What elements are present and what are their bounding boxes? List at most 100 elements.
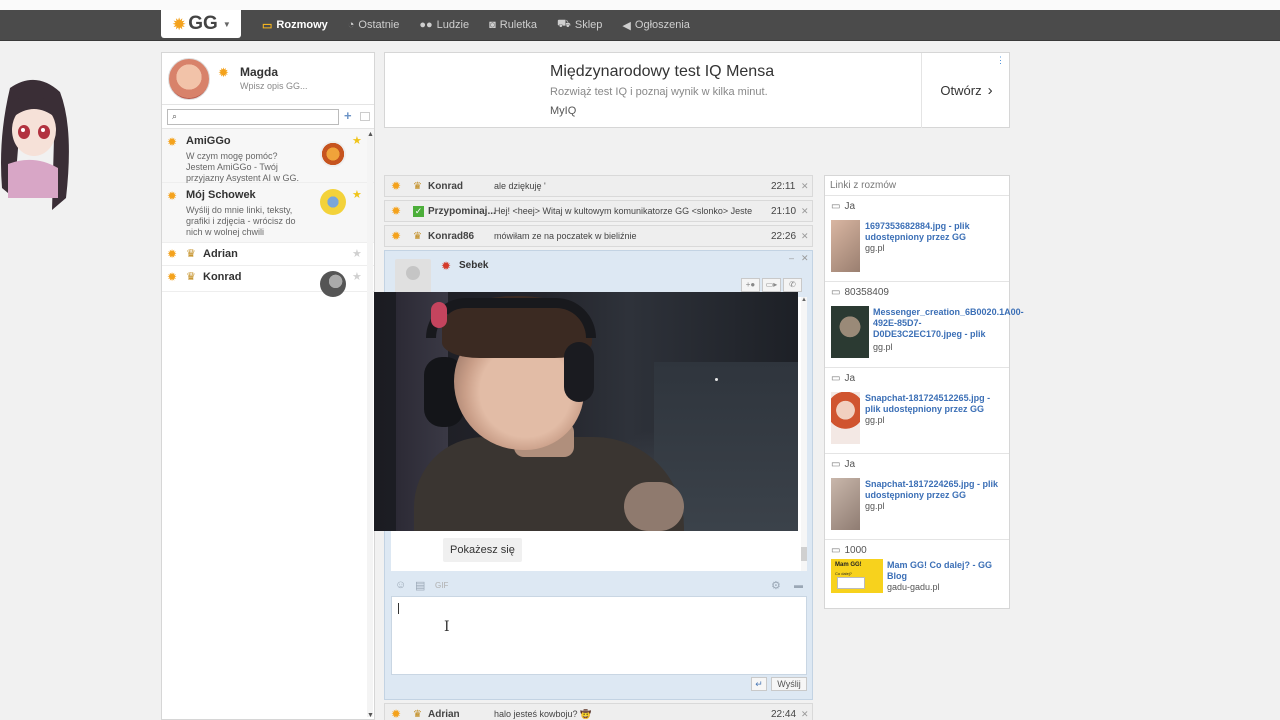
emoji-icon[interactable]: ☺ (395, 579, 406, 591)
headphone-pink-accent (431, 302, 447, 328)
sender-name: 1000 (844, 545, 867, 556)
text-caret (398, 603, 399, 614)
attach-file-icon[interactable]: ▤ (415, 579, 425, 592)
gif-button[interactable]: GIF (435, 581, 448, 590)
link-title[interactable]: Snapchat-181724512265.jpg - plik udostęp… (865, 393, 1007, 415)
nav-rozmowy[interactable]: ▭ Rozmowy (262, 10, 328, 40)
contact-list-scrollbar[interactable]: ▲ ▼ (367, 131, 374, 719)
close-icon[interactable]: ✕ (801, 231, 809, 242)
conversation-time: 22:26 (771, 230, 797, 242)
scroll-thumb[interactable] (801, 547, 807, 561)
favorite-star-icon[interactable]: ★ (352, 247, 362, 260)
conversation-tab-konrad86[interactable]: ✹ ♛ Konrad86 mówiłam ze na poczatek w bi… (384, 225, 813, 247)
contact-search-input[interactable] (167, 109, 339, 125)
chat-bubble-icon: ▭ (831, 287, 841, 298)
caret-down-icon: ▼ (222, 19, 231, 29)
link-item[interactable]: ▭ Ja 1697353682884.jpg - plik udostępnion… (825, 196, 1009, 282)
conversation-tab-adrian[interactable]: ✹ ♛ Adrian halo jesteś kowboju? 🤠 22:44 … (384, 703, 813, 720)
link-item[interactable]: ▭ Ja Snapchat-1817224265.jpg - plik udost… (825, 454, 1009, 540)
link-title[interactable]: Mam GG! Co dalej? - GG Blog (887, 560, 1007, 582)
thumbnail-subtitle: Co dalej? (835, 571, 852, 576)
logo-text: GG (188, 13, 218, 34)
message-scrollbar[interactable]: ▲ (801, 297, 807, 571)
webcam-video-overlay (374, 292, 798, 531)
top-strip (0, 0, 1280, 10)
avatar[interactable] (168, 58, 210, 100)
link-sender: ▭ 1000 (831, 545, 867, 556)
conversation-time: 22:44 (771, 708, 797, 720)
video-call-icon[interactable]: ▭▸ (762, 278, 781, 292)
add-person-icon[interactable]: +● (741, 278, 760, 292)
link-item[interactable]: ▭ 80358409 Messenger_creation_6B0020.1A00… (825, 282, 1024, 368)
sun-logo-icon: ✹ (172, 14, 187, 34)
favorite-star-icon[interactable]: ★ (352, 270, 362, 283)
link-title[interactable]: 1697353682884.jpg - plik udostępniony pr… (865, 221, 1007, 243)
settings-gear-icon[interactable]: ⚙ (771, 579, 781, 592)
close-icon[interactable]: ✕ (801, 253, 809, 264)
chat-toolbar: +● ▭▸ ✆ (741, 278, 804, 292)
link-thumbnail (831, 220, 860, 272)
contact-adrian[interactable]: ✹ ♛ Adrian ★ (162, 243, 374, 266)
chat-bubble-icon: ▭ (831, 545, 841, 556)
conversation-last-message: mówiłam ze na poczatek w bieliźnie (494, 231, 637, 241)
nav-sklep[interactable]: ⛟ Sklep (557, 10, 602, 40)
chat-bubble-icon: ▭ (831, 201, 841, 212)
link-domain: gg.pl (873, 342, 893, 352)
favorite-star-icon[interactable]: ★ (352, 188, 362, 201)
nav-ruletka[interactable]: ◙ Ruletka (489, 10, 537, 40)
nav-ogloszenia[interactable]: ◀ Ogłoszenia (622, 10, 690, 40)
view-toggle-icon[interactable] (360, 112, 370, 121)
ad-title: Międzynarodowy test IQ Mensa (550, 63, 775, 80)
send-button[interactable]: Wyślij (771, 677, 807, 691)
checkmark-icon: ✓ (413, 205, 424, 217)
contact-amiggo[interactable]: ✹ AmiGGo W czym mogę pomóc? Jestem AmiGG… (162, 129, 374, 183)
nav-ostatnie[interactable]: ◔ Ostatnie (348, 10, 400, 40)
contact-moj-schowek[interactable]: ✹ Mój Schowek Wyślij do mnie linki, teks… (162, 183, 374, 243)
close-icon[interactable]: ✕ (801, 709, 809, 720)
contact-name: Mój Schowek (186, 189, 256, 201)
link-item[interactable]: ▭ 1000 Mam GG! Co dalej? Mam GG! Co dalej… (825, 540, 1009, 600)
conversation-last-message: halo jesteś kowboju? 🤠 (494, 708, 592, 719)
link-title[interactable]: Snapchat-1817224265.jpg - plik udostępni… (865, 479, 1007, 501)
close-icon[interactable]: ✕ (801, 181, 809, 192)
status-sun-icon: ✹ (391, 229, 402, 243)
scroll-up-icon[interactable]: ▲ (801, 297, 807, 303)
conversation-last-message: ale dziękuję ' (494, 181, 546, 191)
sender-name: Ja (844, 201, 856, 212)
conversation-name: Przypominaj... (428, 205, 496, 217)
favorite-star-icon[interactable]: ★ (352, 134, 362, 147)
link-thumbnail (831, 478, 860, 530)
contact-name: Konrad (203, 271, 242, 283)
status-sun-icon: ✹ (391, 707, 402, 720)
add-contact-icon[interactable]: + (344, 108, 352, 123)
ad-options-icon[interactable]: ⋮ (996, 55, 1005, 66)
main-nav: ▭ Rozmowy ◔ Ostatnie ●● Ludzie ◙ Ruletka ⛟ Sk… (262, 10, 710, 40)
close-icon[interactable]: ✕ (801, 206, 809, 217)
advertisement-banner[interactable]: Międzynarodowy test IQ Mensa Rozwiąż tes… (384, 52, 1010, 128)
profile-description[interactable]: Wpisz opis GG... (240, 81, 308, 91)
roulette-icon: ◙ (489, 19, 496, 31)
contact-konrad[interactable]: ✹ ♛ Konrad ★ (162, 266, 374, 297)
phone-icon[interactable]: ✆ (783, 278, 802, 292)
conversation-tab-przypominajka[interactable]: ✹ ✓ Przypominaj... Hej! <heej> Witaj w k… (384, 200, 813, 222)
message-input[interactable]: I (391, 596, 807, 675)
collapse-icon[interactable]: ▬ (794, 580, 803, 590)
link-thumbnail: Mam GG! Co dalej? (831, 559, 883, 593)
nav-ludzie[interactable]: ●● Ludzie (419, 10, 469, 40)
status-sun-icon: ✹ (167, 270, 178, 284)
link-title[interactable]: Messenger_creation_6B0020.1A00-492E-85D7… (873, 307, 1024, 340)
status-sun-icon: ✹ (167, 247, 178, 261)
scroll-up-icon[interactable]: ▲ (367, 131, 374, 138)
gg-logo-menu-button[interactable]: ✹ GG ▼ (161, 10, 241, 38)
background-light (715, 378, 718, 381)
link-item[interactable]: ▭ Ja Snapchat-181724512265.jpg - plik udo… (825, 368, 1009, 454)
person-hand (624, 482, 684, 531)
status-sun-icon[interactable]: ✹ (218, 65, 229, 81)
chat-contact-name[interactable]: Sebek (459, 260, 488, 271)
nav-label: Ostatnie (358, 19, 400, 31)
scroll-down-icon[interactable]: ▼ (367, 712, 374, 719)
conversation-tab-konrad[interactable]: ✹ ♛ Konrad ale dziękuję ' 22:11 ✕ (384, 175, 813, 197)
links-panel-header: Linki z rozmów (825, 176, 1009, 196)
minimize-icon[interactable]: – (789, 253, 794, 263)
enter-to-send-icon[interactable]: ↵ (751, 677, 767, 691)
